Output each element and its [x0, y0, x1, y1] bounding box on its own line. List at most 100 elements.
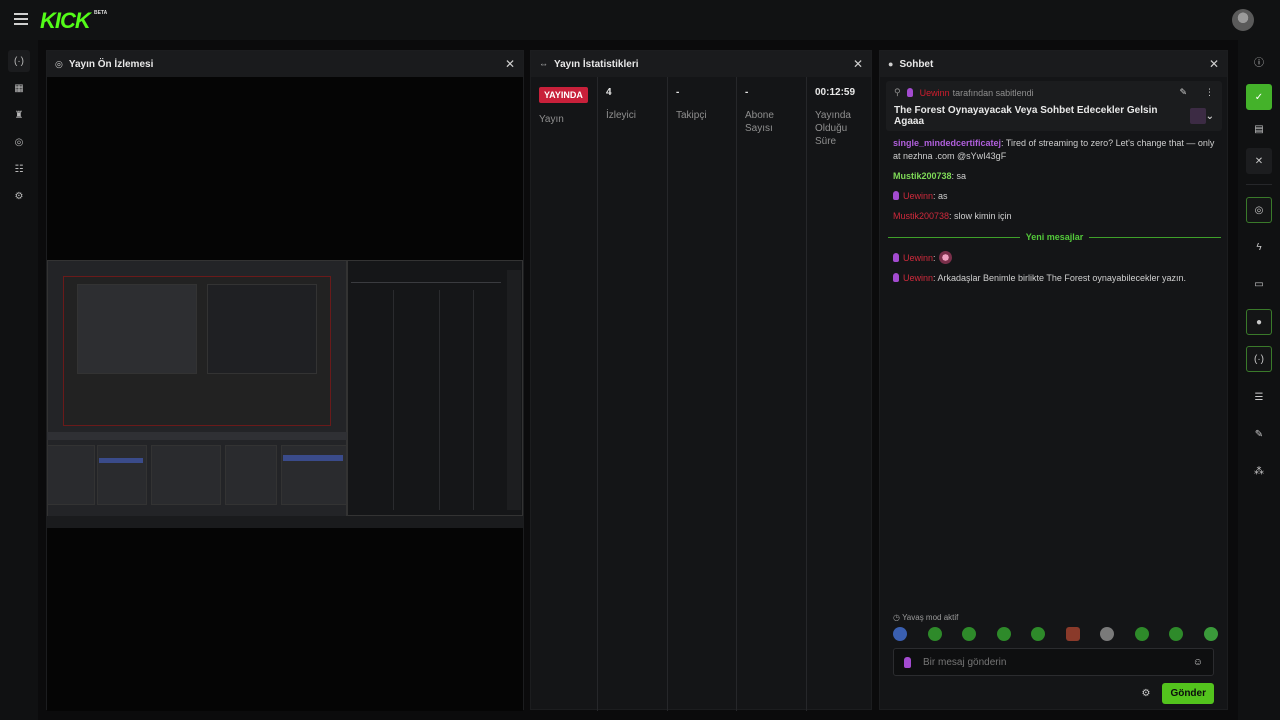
emoji-picker-icon[interactable]: ☺ — [1193, 657, 1203, 668]
chat-message: Uewinn: as — [893, 190, 1218, 203]
chat-text: : sa — [951, 171, 967, 181]
chat-text: : Arkadaşlar Benimle birlikte The Forest… — [933, 273, 1186, 283]
send-button[interactable]: Gönder — [1162, 682, 1214, 704]
chat-username[interactable]: Mustik200738 — [893, 211, 949, 221]
dashboard-icon[interactable]: ▦ — [10, 80, 28, 96]
stream-preview-title: Yayın Ön İzlemesi — [68, 58, 154, 70]
stat-label: İzleyici — [606, 110, 637, 121]
chat-message: Mustik200738: slow kimin için — [893, 210, 1218, 223]
chat-username[interactable]: Uewinn — [903, 253, 933, 263]
emote-icon[interactable] — [1100, 627, 1115, 641]
stat-label: Yayında Olduğu Süre — [815, 110, 851, 147]
uptime-value: 00:12:59 — [815, 87, 856, 98]
settings-icon[interactable]: ⚙ — [10, 188, 28, 204]
chat-input-box: ☺ — [893, 648, 1214, 676]
pinned-message[interactable]: ⚲ Uewinn tarafından sabitlendi ✎ ⋮ The F… — [886, 81, 1222, 131]
mic-icon — [906, 88, 913, 97]
close-stats-button[interactable]: ✕ — [853, 57, 863, 71]
chat-message-input[interactable] — [923, 656, 1193, 668]
close-chat-button[interactable]: ✕ — [1209, 57, 1219, 71]
stream-stats-header: ⇔ Yayın İstatistikleri ✕ — [531, 51, 871, 77]
stat-label: Abone Sayısı — [745, 110, 774, 134]
chat-username[interactable]: single_mindedcertificatej — [893, 138, 1001, 148]
live-badge: YAYINDA — [539, 87, 588, 103]
mic-icon — [893, 191, 899, 200]
chat-text: : as — [933, 191, 948, 201]
chat-message: Uewinn: — [893, 251, 1218, 265]
trophy-icon[interactable]: ♜ — [10, 107, 28, 123]
chat-header: ● Sohbet ✕ — [880, 51, 1227, 77]
emote-icon[interactable] — [996, 627, 1011, 641]
stream-preview-header: ◎ Yayın Ön İzlemesi ✕ — [47, 51, 523, 77]
stats-body: YAYINDA Yayın 4 İzleyici - Takipçi - Abo… — [531, 77, 871, 711]
mic-icon — [904, 656, 911, 668]
broadcast-widget-icon[interactable]: (·) — [1246, 346, 1272, 372]
emote-icon[interactable] — [927, 627, 942, 641]
chat-settings-icon[interactable]: ⚙ — [1141, 688, 1150, 699]
emote-icon[interactable] — [1065, 627, 1080, 641]
chat-username[interactable]: Mustik200738 — [893, 171, 952, 181]
chat-messages-new: Uewinn: Uewinn: Arkadaşlar Benimle birli… — [893, 251, 1218, 292]
lightning-icon[interactable]: ϟ — [1246, 234, 1272, 260]
document-icon[interactable]: ▭ — [1246, 271, 1272, 297]
emote-icon[interactable] — [893, 627, 907, 641]
close-preview-button[interactable]: ✕ — [505, 57, 515, 71]
new-messages-divider: Yeni mesajlar — [888, 232, 1222, 242]
chat-message: Mustik200738: sa — [893, 170, 1218, 183]
emote-icon[interactable] — [1134, 627, 1149, 641]
stream-screen-capture — [47, 260, 523, 528]
link-icon: ⇔ — [539, 59, 548, 69]
camera-icon[interactable]: ◎ — [10, 134, 28, 150]
subscriber-count: - — [745, 87, 749, 98]
layout-icon[interactable]: ▤ — [1246, 116, 1272, 142]
kick-logo[interactable]: KICK — [40, 8, 91, 34]
menu-icon[interactable] — [14, 13, 28, 25]
stat-viewers: 4 İzleyici — [598, 77, 668, 711]
stack-icon[interactable]: ☰ — [1246, 384, 1272, 410]
emote-icon[interactable] — [962, 627, 977, 641]
emote-icon[interactable] — [1031, 627, 1046, 641]
emote-icon[interactable] — [1203, 627, 1218, 641]
chat-text: : — [933, 253, 936, 263]
right-sidebar: ⓘ ✓ ▤ ✕ ◎ ϟ ▭ ● (·) ☰ ✎ ⁂ — [1238, 40, 1280, 720]
chat-username[interactable]: Uewinn — [903, 191, 933, 201]
chat-username[interactable]: Uewinn — [903, 273, 933, 283]
follower-count: - — [676, 87, 680, 98]
top-bar: KICK BETA — [0, 0, 1280, 40]
emote-thumbnail — [1189, 108, 1206, 124]
wrench-icon[interactable]: ✎ — [1246, 421, 1272, 447]
stat-live: YAYINDA Yayın — [531, 77, 598, 711]
info-icon[interactable]: ⓘ — [1246, 48, 1272, 74]
more-options-icon[interactable]: ⋮ — [1205, 87, 1214, 98]
slow-mode-label: Yavaş mod aktif — [902, 613, 959, 622]
emote-icon[interactable] — [1169, 627, 1184, 641]
mic-icon — [893, 273, 899, 282]
chat-messages: single_mindedcertificatej: Tired of stre… — [893, 137, 1218, 230]
chat-panel: ● Sohbet ✕ ⚲ Uewinn tarafından sabitlend… — [879, 50, 1228, 710]
chat-widget-icon[interactable]: ● — [1246, 309, 1272, 335]
close-icon[interactable]: ✕ — [1246, 148, 1272, 174]
share-icon[interactable]: ⁂ — [1246, 458, 1272, 484]
stat-followers: - Takipçi — [668, 77, 737, 711]
chat-actions: ⚙ Gönder — [893, 682, 1214, 704]
chat-bubble-icon: ● — [888, 59, 894, 69]
broadcast-icon[interactable]: (·) — [8, 50, 30, 72]
video-player[interactable] — [47, 77, 523, 711]
new-messages-label: Yeni mesajlar — [1025, 232, 1084, 242]
unpin-icon[interactable]: ✎ — [1179, 87, 1187, 98]
stat-uptime: 00:12:59 Yayında Olduğu Süre — [807, 77, 871, 711]
beta-badge: BETA — [94, 10, 108, 16]
chat-message: single_mindedcertificatej: Tired of stre… — [893, 137, 1218, 163]
pinned-text: The Forest Oynayayacak Veya Sohbet Edece… — [894, 105, 1158, 127]
stream-preview-panel: ◎ Yayın Ön İzlemesi ✕ — [46, 50, 524, 711]
stat-label: Takipçi — [676, 110, 707, 121]
chevron-down-icon[interactable]: ⌄ — [1206, 111, 1214, 122]
avatar[interactable] — [1232, 9, 1254, 31]
slow-mode-icon: ◷ — [893, 613, 903, 622]
pin-icon: ⚲ — [894, 87, 901, 97]
checkmark-icon[interactable]: ✓ — [1246, 84, 1272, 110]
pinned-by-user[interactable]: Uewinn — [920, 88, 950, 98]
users-icon[interactable]: ☷ — [10, 161, 28, 177]
camera-widget-icon[interactable]: ◎ — [1246, 197, 1272, 223]
preview-icon: ◎ — [55, 58, 63, 69]
